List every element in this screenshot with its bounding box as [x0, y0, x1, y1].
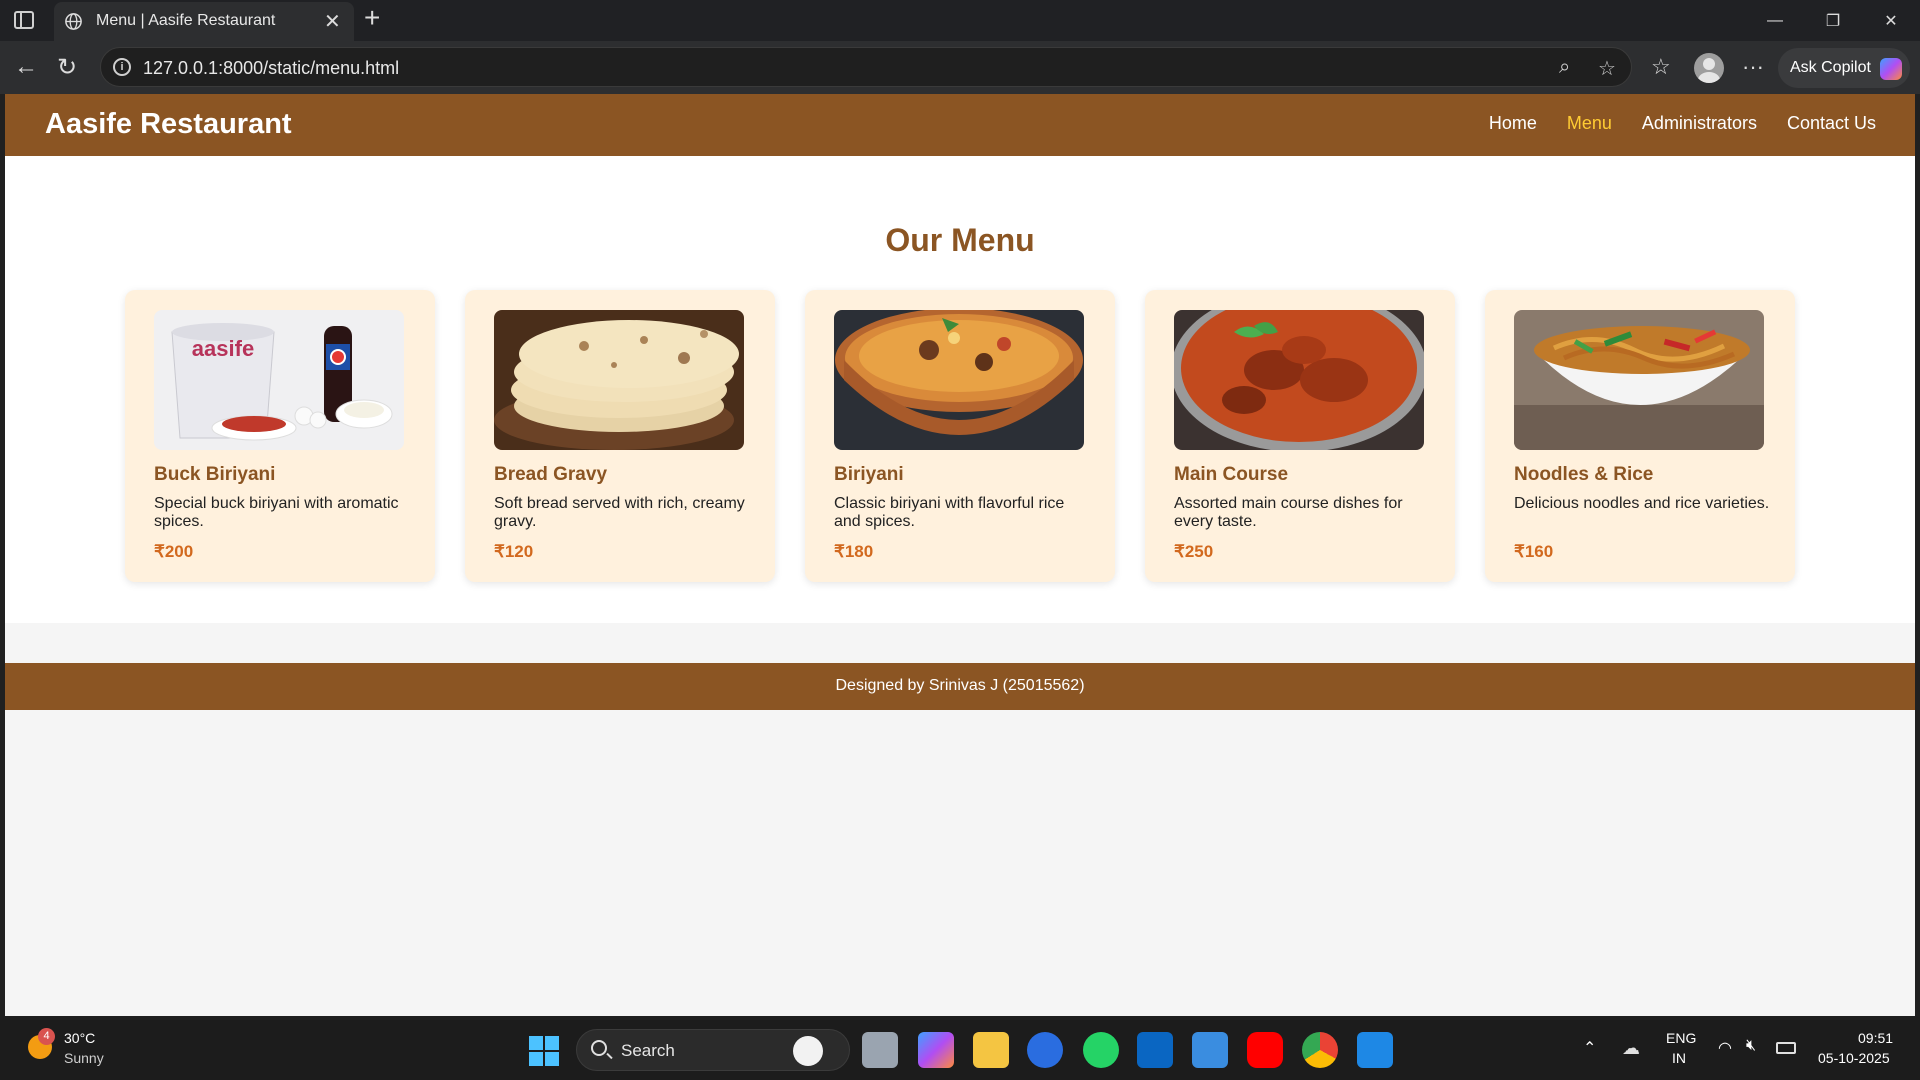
minimize-icon[interactable]: —	[1746, 0, 1804, 41]
nav-menu[interactable]: Menu	[1567, 113, 1612, 134]
item-description: Assorted main course dishes for every ta…	[1174, 495, 1403, 530]
site-header: Aasife Restaurant Home Menu Administrato…	[5, 94, 1915, 156]
item-description: Delicious noodles and rice varieties.	[1514, 495, 1770, 512]
page-title: Our Menu	[885, 222, 1035, 258]
tab-actions-icon[interactable]	[14, 11, 34, 29]
naan-bread-photo	[494, 310, 744, 450]
nav-home[interactable]: Home	[1489, 113, 1537, 134]
item-description: Special buck biriyani with aromatic spic…	[154, 495, 399, 530]
favorites-icon[interactable]: ☆	[1651, 54, 1671, 80]
noodles-bowl-photo	[1514, 310, 1764, 450]
search-icon	[591, 1040, 607, 1056]
menu-section: Our Menu aasife Buck Biriyani Special bu…	[5, 156, 1915, 623]
window-close-icon[interactable]: ✕	[1862, 0, 1920, 41]
chevron-up-icon[interactable]: ⌃	[1583, 1038, 1596, 1058]
edge-browser-icon[interactable]	[1027, 1032, 1063, 1068]
item-name: Main Course	[1174, 464, 1289, 485]
zoom-icon[interactable]: ⌕	[1559, 56, 1570, 79]
combo-bucket-photo: aasife	[154, 310, 404, 450]
volume-muted-icon[interactable]: 🔇︎	[1746, 1037, 1756, 1055]
curry-bowl-photo	[1174, 310, 1424, 450]
language-indicator[interactable]: ENG	[1666, 1030, 1696, 1046]
nav-contact-us[interactable]: Contact Us	[1787, 113, 1876, 134]
vscode-icon[interactable]	[1357, 1032, 1393, 1068]
menu-card-bread-gravy[interactable]: Bread Gravy Soft bread served with rich,…	[465, 290, 775, 582]
item-name: Biriyani	[834, 464, 904, 485]
favorite-star-icon[interactable]: ☆	[1598, 56, 1616, 81]
item-name: Buck Biriyani	[154, 464, 276, 485]
task-view-icon[interactable]	[862, 1032, 898, 1068]
item-price: ₹180	[834, 542, 874, 561]
footer-credit: Designed by Srinivas J (25015562)	[835, 677, 1085, 694]
url-text[interactable]: 127.0.0.1:8000/static/menu.html	[143, 58, 399, 79]
restore-icon[interactable]: ❐	[1804, 0, 1862, 41]
copilot-app-icon[interactable]	[918, 1032, 954, 1068]
file-explorer-icon[interactable]	[973, 1032, 1009, 1068]
item-price: ₹160	[1514, 542, 1554, 561]
weather-temperature[interactable]: 30°C	[64, 1030, 95, 1046]
youtube-icon[interactable]	[1247, 1032, 1283, 1068]
new-tab-icon[interactable]: +	[364, 2, 380, 34]
site-footer: Designed by Srinivas J (25015562)	[5, 663, 1915, 710]
menu-card-noodles-rice[interactable]: Noodles & Rice Delicious noodles and ric…	[1485, 290, 1795, 582]
browser-tab-bar: Menu | Aasife Restaurant ✕ + — ❐ ✕	[0, 0, 1920, 41]
ask-copilot-button[interactable]: Ask Copilot	[1778, 48, 1910, 88]
combo-logo-text: aasife	[192, 336, 254, 361]
taskbar-search[interactable]: Search	[576, 1029, 850, 1071]
ask-copilot-label: Ask Copilot	[1790, 59, 1871, 76]
page-viewport: Aasife Restaurant Home Menu Administrato…	[5, 94, 1915, 1016]
chrome-icon[interactable]	[1302, 1032, 1338, 1068]
region-indicator[interactable]: IN	[1672, 1050, 1686, 1066]
menu-card-buck-biriyani[interactable]: aasife Buck Biriyani Special buck biriya…	[125, 290, 435, 582]
onedrive-cloud-icon[interactable]: ☁	[1622, 1038, 1640, 1059]
site-brand[interactable]: Aasife Restaurant	[45, 108, 292, 141]
weather-badge: 4	[38, 1028, 55, 1045]
address-bar-row: ← ↻ i 127.0.0.1:8000/static/menu.html ⌕ …	[0, 41, 1920, 94]
item-name: Bread Gravy	[494, 464, 608, 485]
window-controls: — ❐ ✕	[1746, 0, 1920, 41]
clock-time[interactable]: 09:51	[1858, 1030, 1893, 1046]
browser-tab[interactable]: Menu | Aasife Restaurant ✕	[54, 2, 354, 41]
linkedin-icon[interactable]	[1137, 1032, 1173, 1068]
site-nav: Home Menu Administrators Contact Us	[1489, 113, 1876, 134]
item-description: Soft bread served with rich, creamy grav…	[494, 495, 745, 530]
close-tab-icon[interactable]: ✕	[324, 9, 341, 34]
item-name: Noodles & Rice	[1514, 464, 1654, 485]
taskbar: 4 30°C Sunny Search ⌃ ☁ ENG IN ◠ 🔇︎ 09:5…	[0, 1020, 1920, 1080]
menu-card-biriyani[interactable]: Biriyani Classic biriyani with flavorful…	[805, 290, 1115, 582]
url-field[interactable]: i 127.0.0.1:8000/static/menu.html ⌕ ☆	[100, 47, 1632, 87]
windows-start-icon[interactable]	[529, 1036, 559, 1066]
more-options-icon[interactable]: ···	[1742, 54, 1764, 80]
site-info-icon[interactable]: i	[113, 58, 131, 76]
item-price: ₹120	[494, 542, 534, 561]
whatsapp-icon[interactable]	[1083, 1032, 1119, 1068]
menu-card-main-course[interactable]: Main Course Assorted main course dishes …	[1145, 290, 1455, 582]
battery-icon[interactable]	[1776, 1042, 1796, 1054]
weather-condition[interactable]: Sunny	[64, 1050, 104, 1066]
nav-administrators[interactable]: Administrators	[1642, 113, 1757, 134]
item-price: ₹250	[1174, 542, 1214, 561]
back-icon[interactable]: ←	[14, 53, 38, 81]
search-highlight-icon	[793, 1036, 823, 1066]
biriyani-pot-photo	[834, 310, 1084, 450]
profile-avatar[interactable]	[1694, 53, 1724, 83]
notepad-icon[interactable]	[1192, 1032, 1228, 1068]
copilot-icon	[1880, 58, 1902, 80]
item-description: Classic biriyani with flavorful rice and…	[834, 495, 1065, 530]
taskbar-search-label: Search	[621, 1041, 675, 1060]
refresh-icon[interactable]: ↻	[57, 53, 77, 82]
globe-icon	[65, 13, 82, 30]
wifi-icon[interactable]: ◠	[1718, 1038, 1732, 1058]
tab-title: Menu | Aasife Restaurant	[96, 12, 276, 29]
clock-date[interactable]: 05-10-2025	[1818, 1050, 1890, 1066]
item-price: ₹200	[154, 542, 194, 561]
